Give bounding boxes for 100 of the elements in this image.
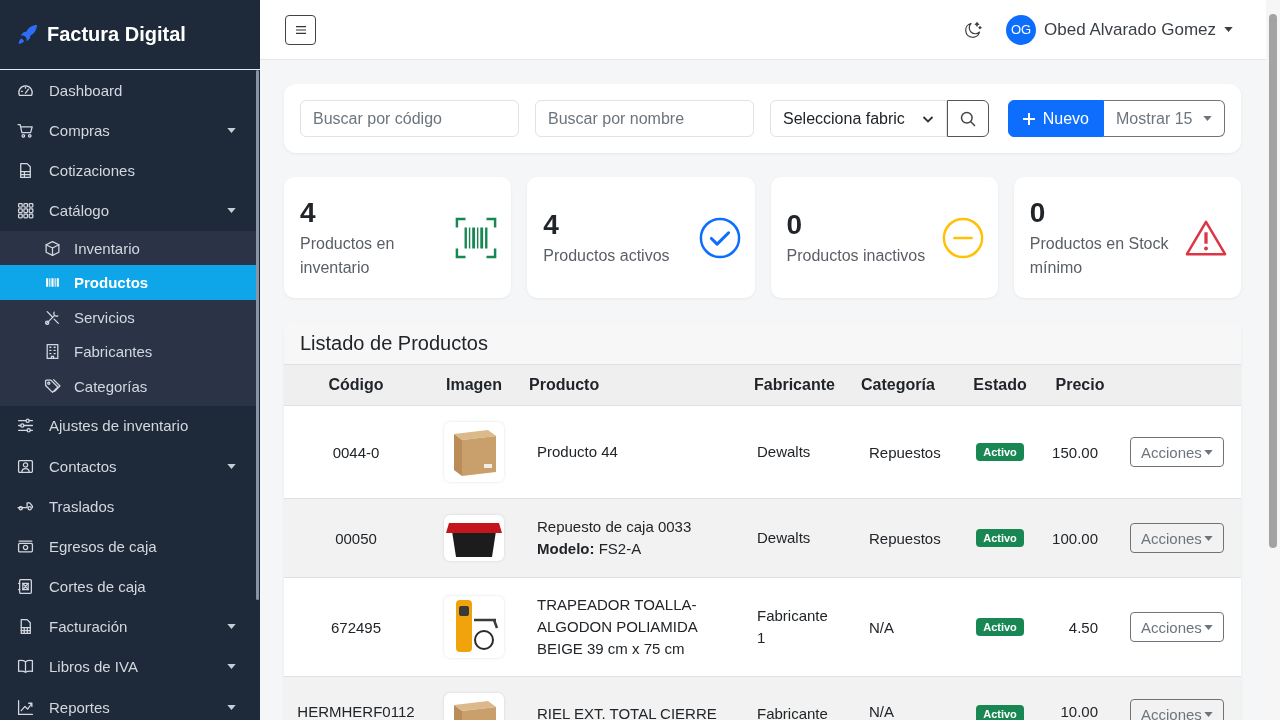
price-text: 150.00: [1052, 443, 1098, 461]
category-text: N/A: [869, 703, 894, 720]
caret-icon: [1204, 449, 1213, 455]
sidebar-item[interactable]: Cortes de caja: [0, 566, 256, 607]
sidebar-item[interactable]: Catálogo: [0, 190, 256, 231]
sidebar-item[interactable]: Libros de IVA: [0, 646, 256, 688]
caret-icon: [227, 624, 236, 630]
actions-dropdown[interactable]: Acciones: [1130, 523, 1224, 553]
name-search-field[interactable]: Buscar por nombre: [535, 100, 754, 137]
price-text: 10.00: [1060, 703, 1098, 720]
manufacturer-text: Fabricante: [757, 704, 828, 720]
menu-button[interactable]: [285, 14, 316, 45]
grid-icon: [17, 202, 34, 220]
stat-label: Productos activos: [543, 245, 671, 266]
manufacturer-text: Fabricante 1: [757, 606, 829, 648]
sidebar-item[interactable]: Reportes: [0, 687, 256, 720]
sidebar-item[interactable]: Categorías: [0, 369, 256, 404]
sidebar-item[interactable]: Contactos: [0, 445, 256, 487]
status-badge: Activo: [976, 618, 1024, 636]
tag-icon: [44, 377, 61, 395]
caret-icon: [227, 664, 236, 670]
product-model: Modelo: FS2-A: [537, 539, 643, 559]
product-name: TRAPEADOR TOALLA-ALGODON POLIAMIDA BEIGE 39 cm x 75 cm: [537, 595, 699, 659]
stat-value: 0: [786, 207, 804, 242]
product-name: Repuesto de caja 0033: [537, 517, 692, 537]
sidebar-item[interactable]: Facturación: [0, 606, 256, 647]
column-header: Código: [328, 376, 384, 393]
actions-dropdown[interactable]: Acciones: [1130, 612, 1224, 642]
sidebar-item[interactable]: Servicios: [0, 299, 256, 335]
stat-label: Productos inactivos: [786, 245, 927, 266]
column-header: Categoría: [861, 376, 935, 393]
caret-icon: [227, 704, 236, 710]
product-code: 0044-0: [332, 443, 380, 461]
status-badge: Activo: [976, 705, 1024, 720]
column-header: Fabricante: [754, 376, 835, 393]
manufacturer-select[interactable]: Selecciona fabric: [770, 100, 947, 137]
sidebar-item[interactable]: Traslados: [0, 486, 256, 527]
stat-label: Productos en Stock mínimo: [1029, 233, 1170, 278]
sidebar-item[interactable]: Cotizaciones: [0, 150, 256, 191]
moon-icon[interactable]: [964, 20, 982, 39]
product-code: HERMHERF0112: [297, 703, 415, 720]
sidebar-item[interactable]: Dashboard: [0, 70, 256, 111]
sidebar-item[interactable]: Egresos de caja: [0, 526, 256, 567]
new-button[interactable]: Nuevo: [1007, 100, 1104, 137]
product-name: RIEL EXT. TOTAL CIERRE: [537, 704, 717, 720]
caret-icon: [1204, 624, 1213, 630]
sidebar-item[interactable]: Compras: [0, 110, 256, 151]
sidebar-item[interactable]: Inventario: [0, 230, 256, 266]
stat-value: 0: [1029, 195, 1047, 230]
brand-name: Factura Digital: [47, 23, 186, 46]
cardboard-box-drawing: [444, 422, 504, 482]
book-icon: [17, 658, 34, 676]
scrollbar-thumb[interactable]: [256, 70, 259, 600]
cart-icon: [17, 121, 34, 139]
column-header: Imagen: [446, 376, 502, 393]
search-icon: [960, 110, 976, 127]
sliders-icon: [17, 417, 34, 435]
caret-icon: [227, 127, 236, 133]
sidebar-item[interactable]: Fabricantes: [0, 334, 256, 370]
column-header: Precio: [1055, 376, 1105, 393]
pressure-washer-drawing: [444, 596, 504, 658]
search-button[interactable]: [947, 100, 989, 137]
minus-circle-icon: [941, 216, 984, 259]
actions-dropdown[interactable]: Acciones: [1130, 699, 1224, 720]
category-text: Repuestos: [869, 529, 941, 547]
sidebar-item[interactable]: Ajustes de inventario: [0, 405, 256, 446]
storage-crate-drawing: [444, 515, 504, 561]
barcode-scan-icon: [455, 216, 498, 259]
stat-value: 4: [543, 207, 560, 242]
chart-icon: [17, 698, 34, 716]
user-avatar: OG: [1006, 14, 1036, 45]
scrollbar-thumb[interactable]: [1269, 14, 1277, 548]
caret-icon: [1204, 535, 1213, 541]
box-icon: [44, 239, 61, 257]
rocket-icon: [17, 24, 38, 45]
spreadsheet-icon: [17, 161, 34, 179]
tools-icon: [44, 308, 61, 326]
building-icon: [44, 343, 61, 361]
product-name: Producto 44: [537, 442, 618, 462]
user-menu-button[interactable]: OG Obed Alvarado Gomez: [1006, 14, 1233, 45]
safe-icon: [17, 578, 34, 596]
status-badge: Activo: [976, 529, 1024, 547]
manufacturer-text: Dewalts: [757, 528, 811, 548]
stat-label: Productos en inventario: [300, 233, 396, 278]
price-text: 4.50: [1068, 618, 1098, 636]
page-size-dropdown[interactable]: Mostrar 15: [1104, 100, 1225, 137]
truck-icon: [17, 501, 34, 511]
actions-dropdown[interactable]: Acciones: [1130, 437, 1224, 467]
caret-icon: [1204, 711, 1213, 717]
caret-icon: [227, 463, 236, 469]
product-code: 00050: [335, 529, 377, 547]
manufacturer-text: Dewalts: [757, 442, 811, 462]
category-text: N/A: [869, 618, 894, 636]
table-title: Listado de Productos: [300, 331, 488, 355]
caret-icon: [227, 208, 236, 214]
caret-icon: [1203, 116, 1212, 121]
column-header: Estado: [973, 376, 1027, 393]
code-search-field[interactable]: Buscar por código: [300, 100, 519, 137]
caret-icon: [1224, 27, 1233, 32]
category-text: Repuestos: [869, 443, 941, 461]
